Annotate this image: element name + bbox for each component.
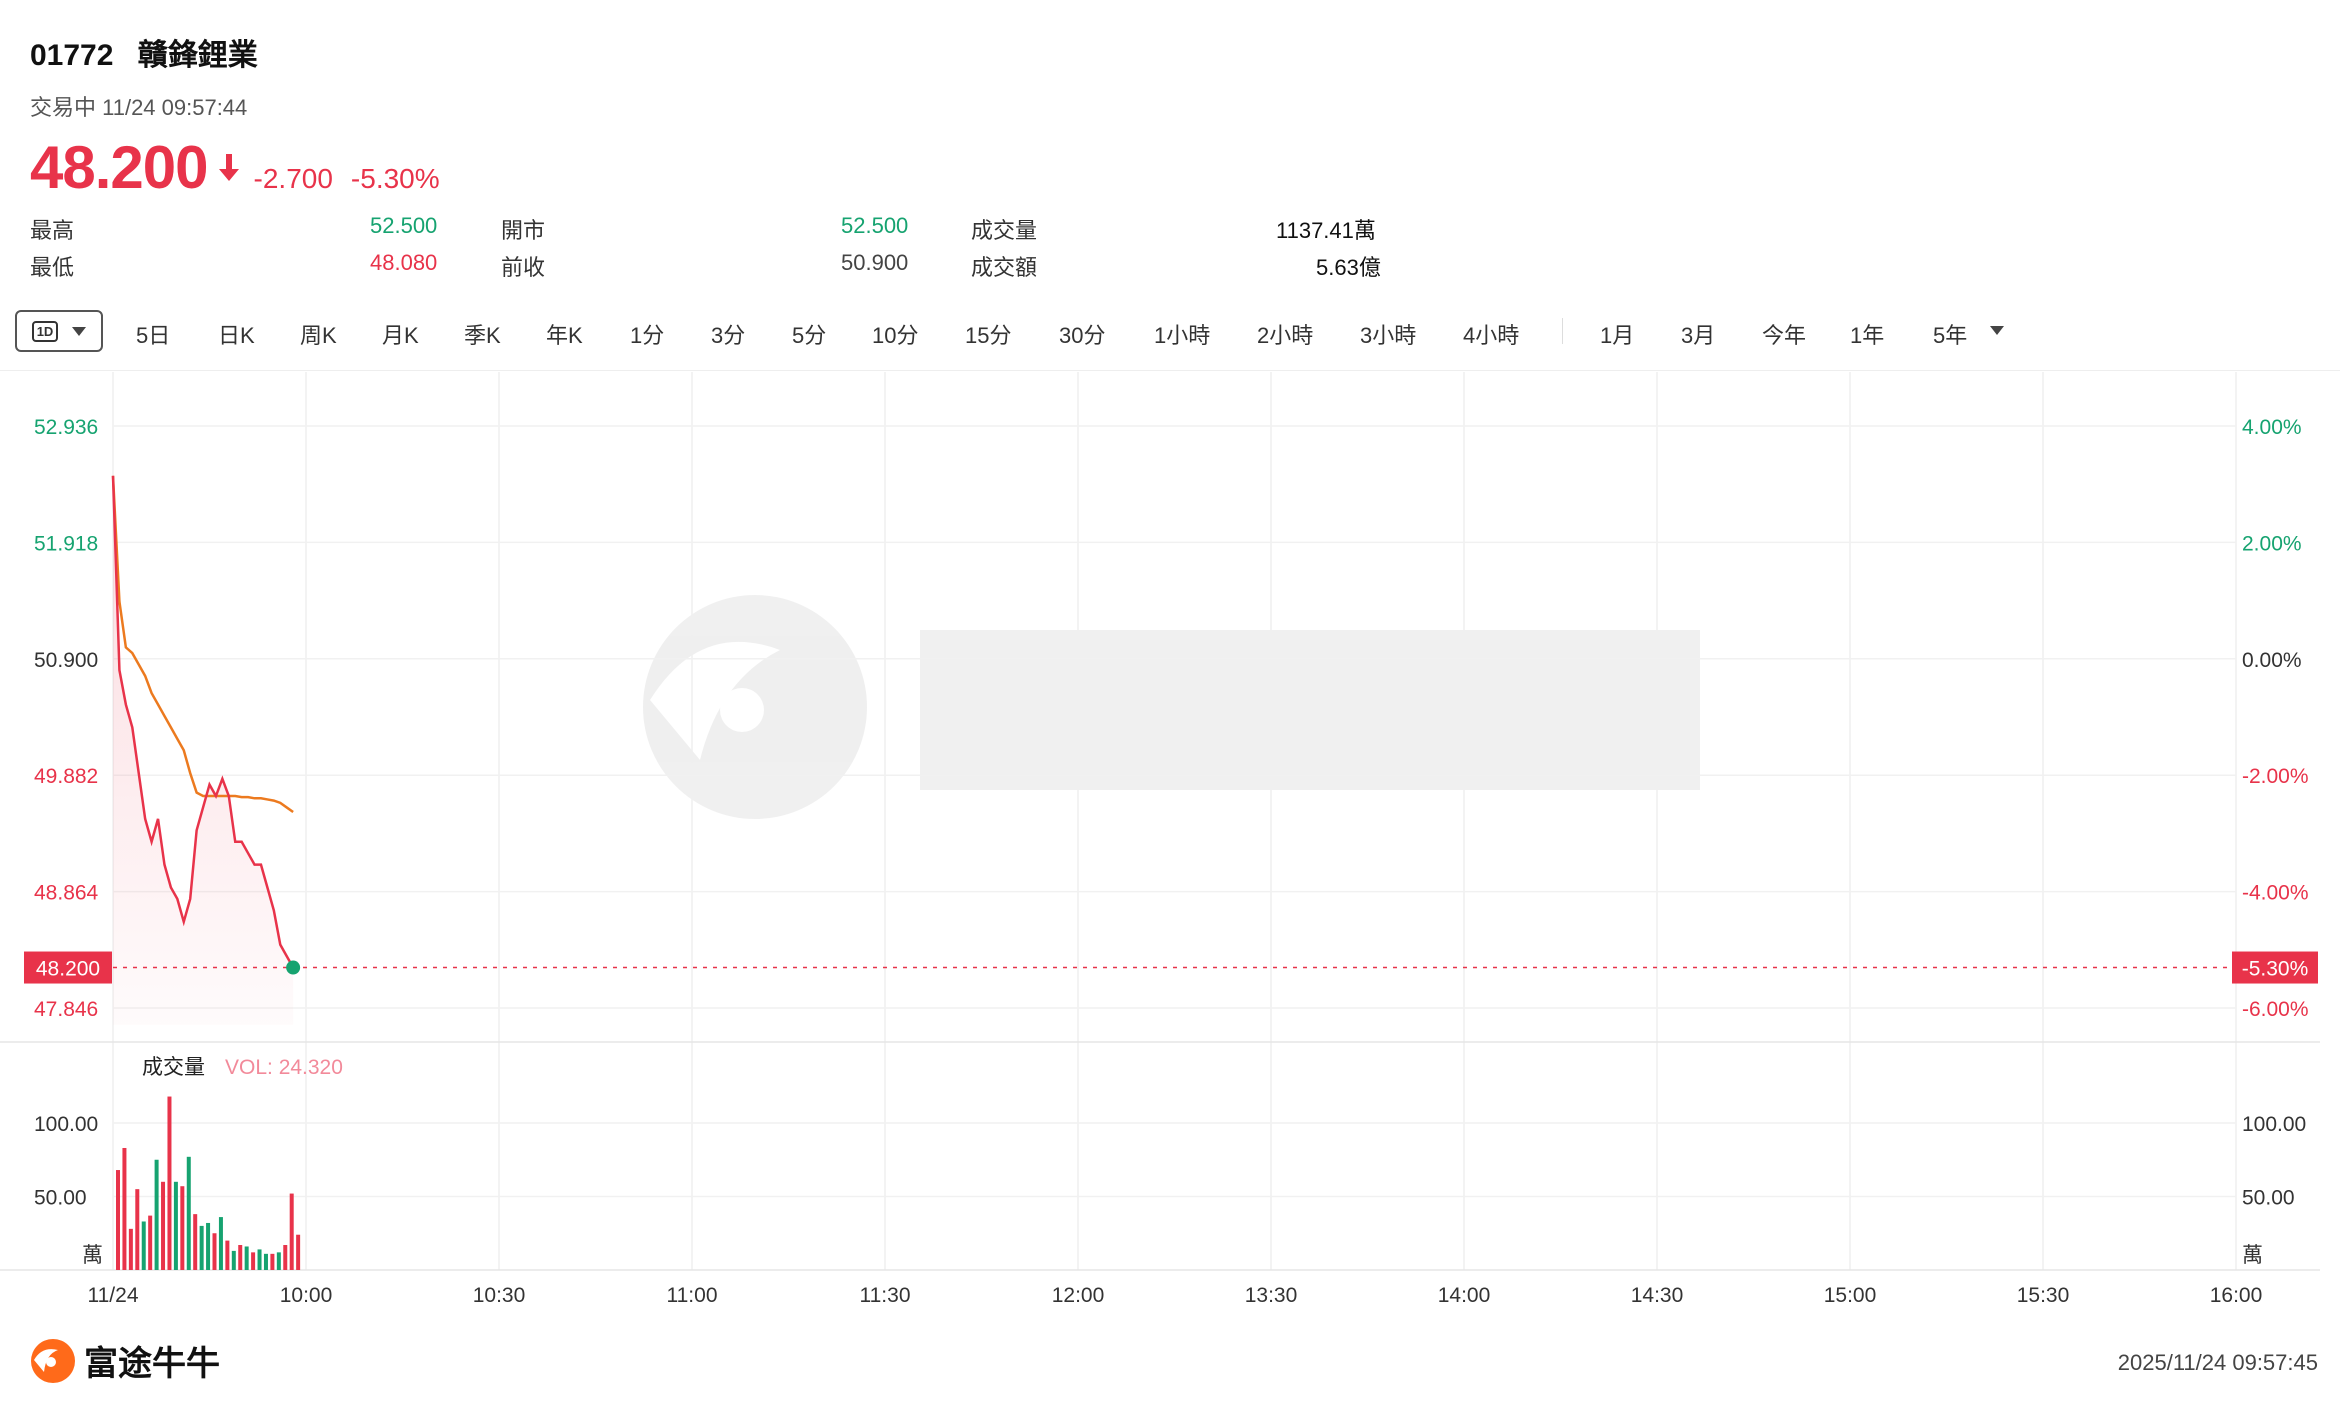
y-tick-label: 48.864 xyxy=(34,882,99,905)
last-pct-badge-label: -5.30% xyxy=(2242,958,2309,981)
vol-y-tick-label-right: 50.00 xyxy=(2242,1187,2295,1210)
pct-tick-label: -6.00% xyxy=(2242,998,2309,1021)
volume-bar xyxy=(238,1245,243,1270)
volume-bar xyxy=(186,1156,191,1270)
footer-timestamp: 2025/11/24 09:57:45 xyxy=(2117,1350,2318,1375)
volume-bar xyxy=(173,1181,178,1270)
volume-bar xyxy=(128,1228,133,1270)
futu-logo-icon xyxy=(31,1338,75,1383)
last-price-badge-label: 48.200 xyxy=(36,958,100,981)
volume-value-label: VOL: 24.320 xyxy=(225,1056,343,1079)
volume-bar xyxy=(296,1234,301,1270)
price-area-fill xyxy=(113,475,294,1025)
volume-bar xyxy=(225,1240,230,1270)
volume-bar xyxy=(218,1217,223,1270)
footer-logo-text: 富途牛牛 xyxy=(84,1345,220,1383)
vol-unit-label: 萬 xyxy=(82,1244,103,1267)
volume-bar xyxy=(244,1246,249,1270)
x-tick-label: 14:30 xyxy=(1631,1284,1684,1307)
volume-bar xyxy=(116,1170,120,1270)
x-tick-label: 14:00 xyxy=(1438,1284,1491,1307)
x-tick-label: 12:00 xyxy=(1052,1284,1105,1307)
volume-bar xyxy=(193,1214,198,1270)
y-tick-label: 51.918 xyxy=(34,532,98,555)
volume-bar xyxy=(251,1252,256,1270)
vol-y-tick-label-right: 100.00 xyxy=(2242,1113,2306,1136)
vol-unit-label-right: 萬 xyxy=(2242,1244,2263,1267)
pct-tick-label: 4.00% xyxy=(2242,416,2302,439)
pct-tick-label: 0.00% xyxy=(2242,649,2302,672)
x-tick-label: 15:00 xyxy=(1824,1284,1877,1307)
volume-bar xyxy=(206,1222,211,1270)
y-tick-label: 49.882 xyxy=(34,765,98,788)
pct-tick-label: 2.00% xyxy=(2242,532,2302,555)
volume-bar xyxy=(212,1233,217,1270)
volume-bar xyxy=(231,1250,236,1270)
volume-bar xyxy=(180,1186,185,1270)
volume-bar xyxy=(154,1159,159,1270)
y-tick-label: 52.936 xyxy=(34,416,98,439)
vol-y-tick-label: 100.00 xyxy=(34,1113,98,1136)
volume-bar xyxy=(199,1225,204,1270)
x-tick-label: 11:00 xyxy=(667,1284,718,1307)
x-tick-label: 11:30 xyxy=(860,1284,911,1307)
volume-bar xyxy=(167,1096,172,1270)
volume-bar xyxy=(263,1253,268,1270)
pct-tick-label: -2.00% xyxy=(2242,765,2309,788)
y-tick-label: 47.846 xyxy=(34,998,98,1021)
pct-tick-label: -4.00% xyxy=(2242,882,2309,905)
vol-y-tick-label: 50.00 xyxy=(34,1187,87,1210)
y-tick-label: 50.900 xyxy=(34,649,98,672)
volume-bar xyxy=(122,1147,127,1270)
volume-bar xyxy=(276,1252,281,1270)
last-price-dot xyxy=(286,960,301,975)
watermark-logo xyxy=(643,595,1700,819)
x-tick-label: 10:30 xyxy=(473,1284,526,1307)
volume-bar xyxy=(148,1215,153,1270)
volume-bar xyxy=(141,1221,146,1270)
intraday-chart[interactable]: 52.936 51.918 50.900 49.882 48.864 47.846 4.00… xyxy=(0,0,2340,1330)
average-price-line xyxy=(111,475,294,814)
x-tick-label: 11/24 xyxy=(88,1284,139,1307)
volume-bar xyxy=(283,1245,288,1270)
volume-title: 成交量 xyxy=(142,1056,205,1079)
x-tick-label: 10:00 xyxy=(280,1284,333,1307)
volume-bar xyxy=(270,1253,275,1270)
volume-bar xyxy=(135,1189,140,1270)
chart-top-border xyxy=(0,370,2340,371)
x-tick-label: 13:30 xyxy=(1245,1284,1298,1307)
x-tick-label: 16:00 xyxy=(2210,1284,2263,1307)
volume-bar xyxy=(161,1181,166,1270)
footer-logo: 富途牛牛 xyxy=(30,1336,220,1385)
volume-bar xyxy=(289,1193,294,1270)
volume-bar xyxy=(257,1249,262,1270)
x-tick-label: 15:30 xyxy=(2017,1284,2070,1307)
